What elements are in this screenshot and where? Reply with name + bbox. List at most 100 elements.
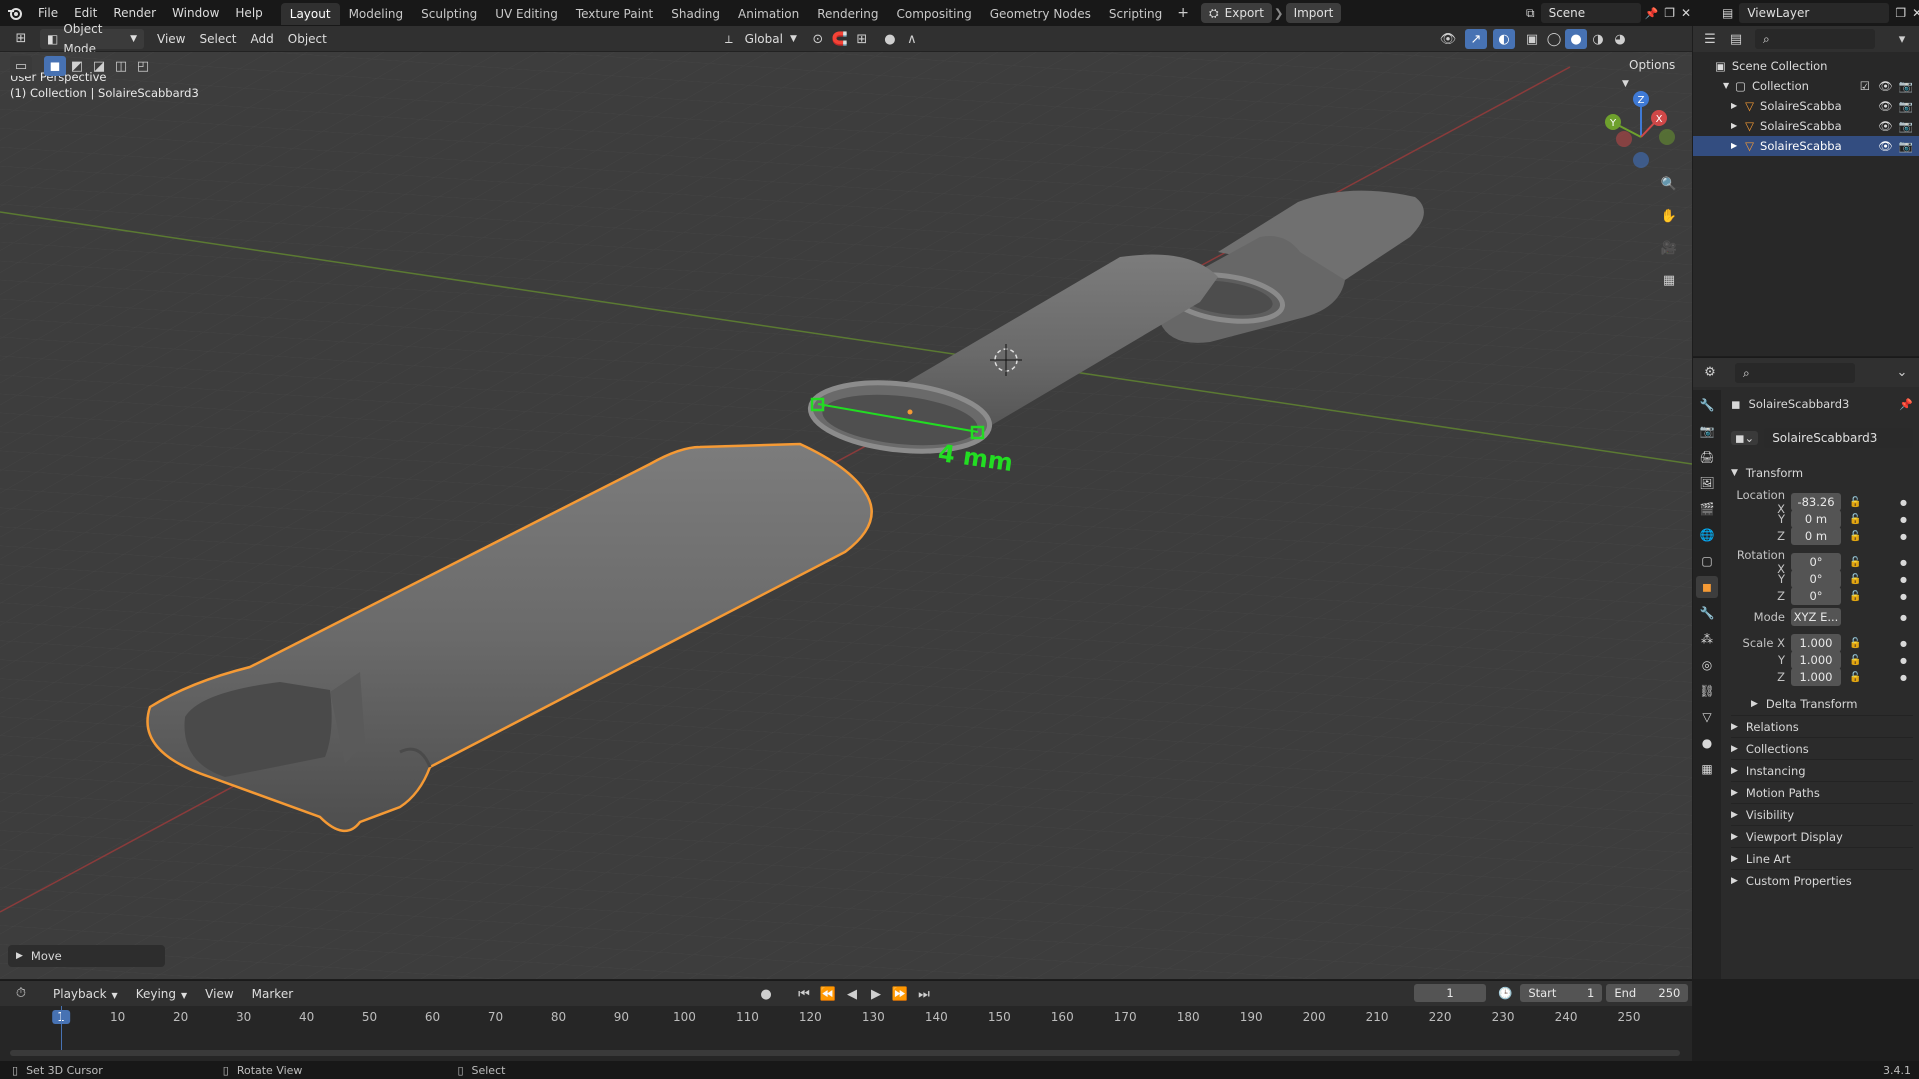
rotation-z-field[interactable]: 0° bbox=[1791, 587, 1841, 605]
timeline-ruler[interactable]: 1102030405060708090100110120130140150160… bbox=[0, 1006, 1692, 1028]
tab-modeling[interactable]: Modeling bbox=[340, 3, 413, 25]
select-new-icon[interactable]: ◼ bbox=[44, 56, 66, 76]
outliner-editor-icon[interactable]: ☰ bbox=[1699, 29, 1721, 49]
current-frame-field[interactable]: 1 bbox=[1414, 984, 1486, 1002]
expand-icon[interactable]: ▶ bbox=[1731, 136, 1737, 156]
location-z-field[interactable]: 0 m bbox=[1791, 527, 1841, 545]
tab-scripting[interactable]: Scripting bbox=[1100, 3, 1171, 25]
snap-icon[interactable]: 🧲 bbox=[829, 29, 851, 49]
pivot-icon[interactable]: ⊙ bbox=[807, 29, 829, 49]
select-extend-icon[interactable]: ◩ bbox=[66, 56, 88, 76]
camera-render-icon[interactable]: 📷 bbox=[1899, 136, 1913, 156]
viewport-menu-add[interactable]: Add bbox=[244, 29, 281, 49]
new-scene-icon[interactable]: ❐ bbox=[1664, 6, 1675, 20]
new-view-layer-icon[interactable]: ❐ bbox=[1895, 6, 1906, 20]
proportional-edit-icon[interactable]: ● bbox=[879, 29, 901, 49]
outliner-search[interactable]: ⌕ bbox=[1755, 29, 1875, 49]
add-workspace-icon[interactable]: + bbox=[1171, 5, 1195, 21]
tab-layout[interactable]: Layout bbox=[280, 3, 340, 25]
view-layer-tab-icon[interactable]: 🖼 bbox=[1696, 472, 1718, 494]
gizmo-toggle-icon[interactable]: ↗ bbox=[1465, 29, 1487, 49]
keyframe-dot-icon[interactable]: ● bbox=[1900, 639, 1907, 648]
viewport-menu-object[interactable]: Object bbox=[281, 29, 334, 49]
solid-shading-icon[interactable]: ● bbox=[1565, 29, 1587, 49]
prev-keyframe-icon[interactable]: ⏪ bbox=[817, 984, 839, 1004]
record-icon[interactable]: ● bbox=[755, 984, 777, 1004]
scene-name-field[interactable]: Scene bbox=[1540, 3, 1641, 23]
menu-help[interactable]: Help bbox=[227, 0, 270, 26]
blender-logo-icon[interactable] bbox=[0, 0, 30, 26]
editor-type-icon[interactable]: ⊞ bbox=[10, 29, 32, 49]
lock-icon[interactable]: 🔓 bbox=[1849, 655, 1861, 666]
timeline-scrollbar[interactable] bbox=[10, 1050, 1680, 1056]
xray-icon[interactable]: ▣ bbox=[1521, 29, 1543, 49]
keyframe-dot-icon[interactable]: ● bbox=[1900, 498, 1907, 507]
scene-tab-icon[interactable]: 🎬 bbox=[1696, 498, 1718, 520]
include-checkbox-icon[interactable]: ☑ bbox=[1860, 76, 1870, 96]
keyframe-dot-icon[interactable]: ● bbox=[1900, 575, 1907, 584]
collection-tab-icon[interactable]: ▢ bbox=[1696, 550, 1718, 572]
pin-icon[interactable]: 📌 bbox=[1645, 7, 1659, 20]
physics-tab-icon[interactable]: ◎ bbox=[1696, 654, 1718, 676]
delete-scene-icon[interactable]: ✕ bbox=[1681, 6, 1691, 20]
panel-collections[interactable]: ▶ Collections bbox=[1731, 737, 1913, 759]
timeline-menu-view[interactable]: View bbox=[198, 984, 240, 1004]
modifier-tab-icon[interactable]: 🔧 bbox=[1696, 602, 1718, 624]
view-layer-selector[interactable]: ▤ ViewLayer ❐ ✕ bbox=[1722, 3, 1919, 23]
keyframe-dot-icon[interactable]: ● bbox=[1900, 656, 1907, 665]
object-data-icon[interactable]: ◼⌄ bbox=[1731, 431, 1759, 445]
eye-icon[interactable]: 👁 bbox=[1878, 76, 1893, 96]
expand-icon[interactable]: ▼ bbox=[1723, 76, 1729, 96]
object-tab-icon[interactable]: ◼ bbox=[1696, 576, 1718, 598]
camera-render-icon[interactable]: 📷 bbox=[1899, 116, 1913, 136]
scale-z-field[interactable]: 1.000 bbox=[1791, 668, 1841, 686]
rotation-mode-field[interactable]: XYZ E... bbox=[1791, 608, 1841, 626]
constraints-tab-icon[interactable]: ⛓ bbox=[1696, 680, 1718, 702]
end-frame-field[interactable]: End 250 bbox=[1606, 984, 1689, 1002]
keyframe-dot-icon[interactable]: ● bbox=[1900, 613, 1907, 622]
camera-render-icon[interactable]: 📷 bbox=[1899, 76, 1913, 96]
snap-target-icon[interactable]: ⊞ bbox=[851, 29, 873, 49]
display-mode-icon[interactable]: ▤ bbox=[1725, 29, 1747, 49]
collection-row[interactable]: ▼ ▢ Collection ☑ 👁 📷 bbox=[1693, 76, 1919, 96]
transform-panel-header[interactable]: ▼ Transform bbox=[1731, 462, 1913, 484]
data-tab-icon[interactable]: ▽ bbox=[1696, 706, 1718, 728]
visibility-icon[interactable]: 👁 bbox=[1437, 29, 1459, 49]
particles-tab-icon[interactable]: ⁂ bbox=[1696, 628, 1718, 650]
next-keyframe-icon[interactable]: ⏩ bbox=[889, 984, 911, 1004]
lock-icon[interactable]: 🔓 bbox=[1849, 514, 1861, 525]
viewport-menu-select[interactable]: Select bbox=[192, 29, 243, 49]
timeline-menu-playback[interactable]: Playback ▼ bbox=[46, 984, 125, 1004]
tool-tab-icon[interactable]: 🔧 bbox=[1696, 394, 1718, 416]
tab-shading[interactable]: Shading bbox=[662, 3, 729, 25]
keyframe-dot-icon[interactable]: ● bbox=[1900, 532, 1907, 541]
panel-instancing[interactable]: ▶ Instancing bbox=[1731, 759, 1913, 781]
3d-viewport[interactable]: User Perspective (1) Collection | Solair… bbox=[0, 52, 1692, 979]
render-tab-icon[interactable]: 📷 bbox=[1696, 420, 1718, 442]
keyframe-dot-icon[interactable]: ● bbox=[1900, 558, 1907, 567]
object-name-label[interactable]: SolaireScabbard3 bbox=[1749, 397, 1850, 411]
location-x-field[interactable]: -83.26 bbox=[1791, 493, 1841, 511]
scale-x-field[interactable]: 1.000 bbox=[1791, 634, 1841, 652]
chevron-down-icon[interactable]: ⌄ bbox=[1891, 363, 1913, 383]
keyframe-dot-icon[interactable]: ● bbox=[1900, 515, 1907, 524]
material-tab-icon[interactable]: ● bbox=[1696, 732, 1718, 754]
tab-compositing[interactable]: Compositing bbox=[887, 3, 980, 25]
camera-icon[interactable]: 🎥 bbox=[1657, 236, 1681, 260]
panel-visibility[interactable]: ▶ Visibility bbox=[1731, 803, 1913, 825]
play-icon[interactable]: ▶ bbox=[865, 984, 887, 1004]
timeline-editor-icon[interactable]: ⏱ bbox=[10, 984, 32, 1004]
tab-uv-editing[interactable]: UV Editing bbox=[486, 3, 567, 25]
menu-window[interactable]: Window bbox=[164, 0, 227, 26]
lock-icon[interactable]: 🔓 bbox=[1849, 574, 1861, 585]
perspective-grid-icon[interactable]: ▦ bbox=[1657, 268, 1681, 292]
wireframe-shading-icon[interactable]: ◯ bbox=[1543, 29, 1565, 49]
jump-start-icon[interactable]: ⏮ bbox=[793, 984, 815, 1004]
material-shading-icon[interactable]: ◑ bbox=[1587, 29, 1609, 49]
lock-icon[interactable]: 🔓 bbox=[1849, 557, 1861, 568]
world-tab-icon[interactable]: 🌐 bbox=[1696, 524, 1718, 546]
tab-geometry-nodes[interactable]: Geometry Nodes bbox=[981, 3, 1100, 25]
rotation-x-field[interactable]: 0° bbox=[1791, 553, 1841, 571]
outliner-object-row[interactable]: ▶ ▽ SolaireScabba 👁 📷 bbox=[1693, 116, 1919, 136]
timeline-menu-keying[interactable]: Keying ▼ bbox=[129, 984, 194, 1004]
